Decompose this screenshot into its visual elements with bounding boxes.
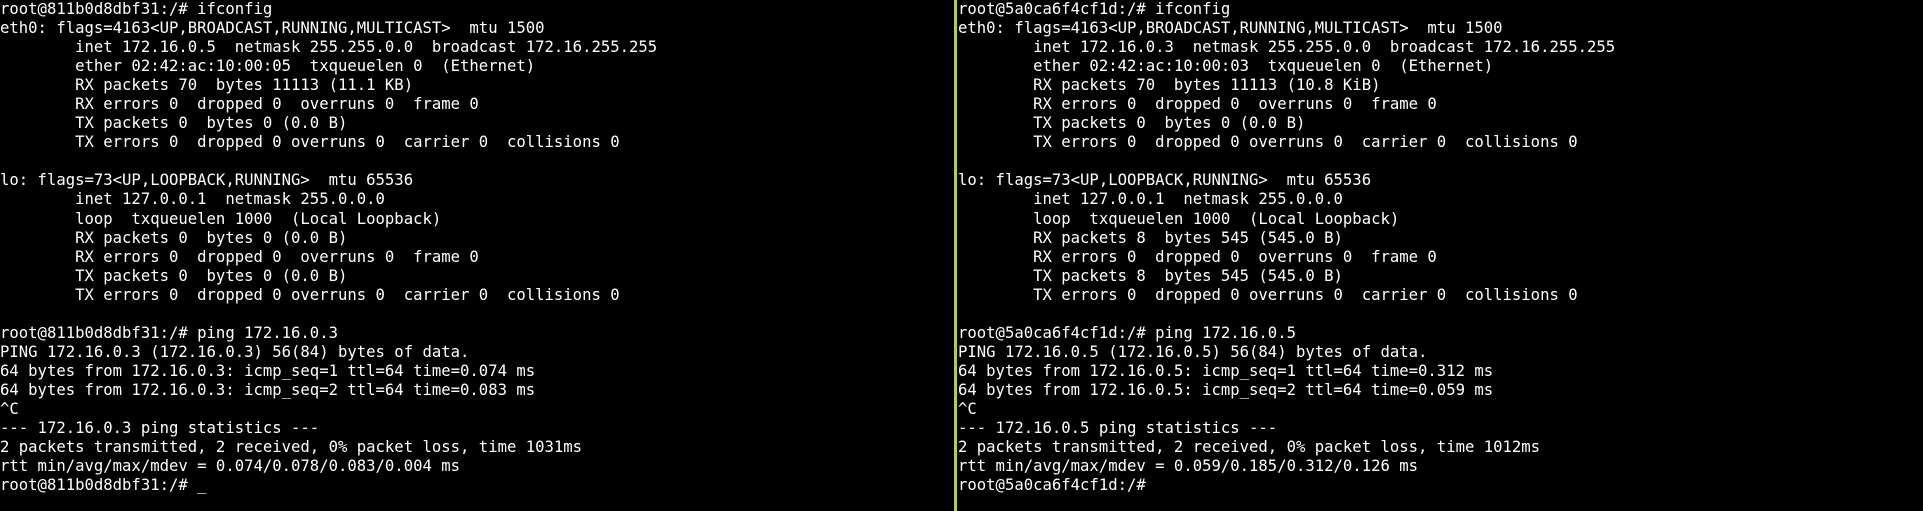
prompt-right: root@5a0ca6f4cf1d:/# [958,476,1146,495]
terminal-line: rtt min/avg/max/mdev = 0.074/0.078/0.083… [0,457,461,476]
terminal-line: lo: flags=73<UP,LOOPBACK,RUNNING> mtu 65… [0,171,414,190]
pane-divider[interactable] [954,0,957,511]
terminal-pane-right[interactable]: root@5a0ca6f4cf1d:/# ifconfig eth0: flags… [958,0,1923,511]
terminal-line: inet 127.0.0.1 netmask 255.0.0.0 [0,190,385,209]
terminal-line: TX errors 0 dropped 0 overruns 0 carrier… [0,285,620,304]
terminal-line: root@811b0d8dbf31:/# ping 172.16.0.3 [0,323,338,342]
terminal-line: root@811b0d8dbf31:/# ifconfig [0,0,273,18]
terminal-line: RX packets 0 bytes 0 (0.0 B) [0,228,348,247]
terminal-line: TX errors 0 dropped 0 overruns 0 carrier… [958,285,1578,304]
terminal-line: inet 172.16.0.3 netmask 255.255.0.0 broa… [958,38,1616,57]
terminal-line: RX packets 70 bytes 11113 (11.1 KB) [0,76,414,95]
terminal-line: TX errors 0 dropped 0 overruns 0 carrier… [958,133,1578,152]
terminal-line: 2 packets transmitted, 2 received, 0% pa… [958,438,1541,457]
terminal-line: RX errors 0 dropped 0 overruns 0 frame 0 [0,95,479,114]
terminal-line: ^C [958,399,977,418]
terminal-line: TX packets 8 bytes 545 (545.0 B) [958,266,1343,285]
terminal-line: --- 172.16.0.5 ping statistics --- [958,419,1278,438]
terminal-line: ^C [0,399,19,418]
terminal-pane-left[interactable]: root@811b0d8dbf31:/# ifconfig eth0: flags… [0,0,954,511]
terminal-line: RX packets 8 bytes 545 (545.0 B) [958,228,1343,247]
terminal-line: RX errors 0 dropped 0 overruns 0 frame 0 [0,247,479,266]
terminal-line: RX errors 0 dropped 0 overruns 0 frame 0 [958,247,1437,266]
terminal-line: 2 packets transmitted, 2 received, 0% pa… [0,438,583,457]
terminal-line: ether 02:42:ac:10:00:03 txqueuelen 0 (Et… [958,57,1494,76]
terminal-line: root@5a0ca6f4cf1d:/# ping 172.16.0.5 [958,323,1296,342]
terminal-line: eth0: flags=4163<UP,BROADCAST,RUNNING,MU… [0,19,545,38]
prompt-left: root@811b0d8dbf31:/# [0,476,198,495]
terminal-line: eth0: flags=4163<UP,BROADCAST,RUNNING,MU… [958,19,1503,38]
terminal-line: PING 172.16.0.3 (172.16.0.3) 56(84) byte… [0,342,470,361]
terminal-line: RX packets 70 bytes 11113 (10.8 KiB) [958,76,1381,95]
prompt-line-left[interactable]: root@811b0d8dbf31:/# _ [0,476,954,495]
terminal-line: loop txqueuelen 1000 (Local Loopback) [958,209,1400,228]
terminal-line: RX errors 0 dropped 0 overruns 0 frame 0 [958,95,1437,114]
terminal-line: TX packets 0 bytes 0 (0.0 B) [0,266,348,285]
terminal-line: TX errors 0 dropped 0 overruns 0 carrier… [0,133,620,152]
prompt-line-right[interactable]: root@5a0ca6f4cf1d:/# [958,476,1923,495]
terminal-line: rtt min/avg/max/mdev = 0.059/0.185/0.312… [958,457,1419,476]
terminal-line: inet 127.0.0.1 netmask 255.0.0.0 [958,190,1343,209]
cursor-left: _ [197,476,207,495]
terminal-line: PING 172.16.0.5 (172.16.0.5) 56(84) byte… [958,342,1428,361]
terminal-line: lo: flags=73<UP,LOOPBACK,RUNNING> mtu 65… [958,171,1372,190]
terminal-line: ether 02:42:ac:10:00:05 txqueuelen 0 (Et… [0,57,536,76]
terminal-line: 64 bytes from 172.16.0.5: icmp_seq=2 ttl… [958,380,1494,399]
terminal-line: TX packets 0 bytes 0 (0.0 B) [0,114,348,133]
terminal-line: TX packets 0 bytes 0 (0.0 B) [958,114,1306,133]
terminal-line: --- 172.16.0.3 ping statistics --- [0,419,320,438]
terminal-output-right: root@5a0ca6f4cf1d:/# ifconfig eth0: flags… [958,0,1923,476]
terminal-output-left: root@811b0d8dbf31:/# ifconfig eth0: flags… [0,0,954,476]
terminal-line: root@5a0ca6f4cf1d:/# ifconfig [958,0,1231,18]
terminal-line: inet 172.16.0.5 netmask 255.255.0.0 broa… [0,38,658,57]
terminal-line: 64 bytes from 172.16.0.5: icmp_seq=1 ttl… [958,361,1494,380]
terminal-line: 64 bytes from 172.16.0.3: icmp_seq=1 ttl… [0,361,536,380]
terminal-line: loop txqueuelen 1000 (Local Loopback) [0,209,442,228]
terminal-line: 64 bytes from 172.16.0.3: icmp_seq=2 ttl… [0,380,536,399]
